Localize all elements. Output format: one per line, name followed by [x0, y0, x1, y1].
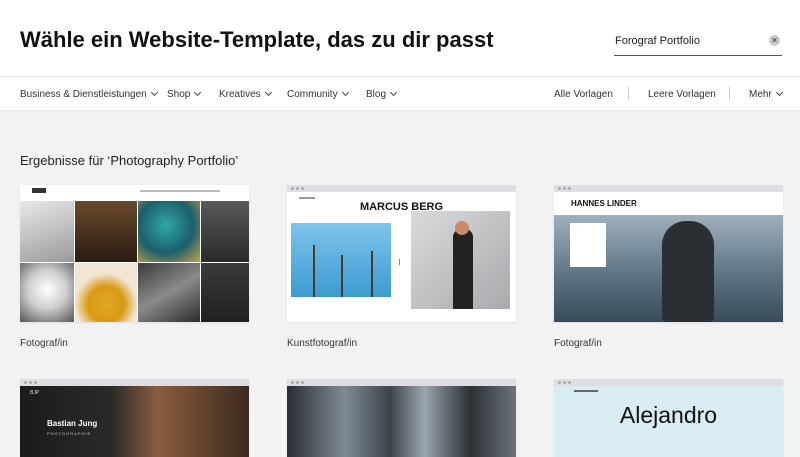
- preview-menu: [140, 190, 220, 192]
- preview-photo: [20, 263, 74, 322]
- results-heading: Ergebnisse für ‘Photography Portfolio’: [20, 153, 239, 168]
- browser-chrome: [287, 379, 516, 386]
- template-thumbnail[interactable]: Alejandro: [554, 379, 783, 457]
- template-thumbnail[interactable]: HANNES LINDER: [554, 185, 783, 322]
- close-icon[interactable]: ✕: [769, 35, 780, 46]
- preview-subtitle: PHOTOGRAPHIE: [47, 431, 92, 436]
- preview-logo: [32, 188, 46, 193]
- preview-photo: [20, 201, 74, 262]
- nav-divider: [729, 87, 730, 100]
- nav-business[interactable]: Business & Dienstleistungen: [20, 88, 158, 100]
- nav-kreatives[interactable]: Kreatives: [219, 88, 272, 100]
- preview-photo: BJP Bastian Jung PHOTOGRAPHIE: [20, 386, 249, 457]
- nav-leere-vorlagen[interactable]: Leere Vorlagen: [648, 89, 716, 100]
- nav-mehr-label: Mehr: [749, 89, 772, 100]
- preview-photo: [75, 201, 137, 262]
- template-thumbnail[interactable]: [287, 379, 516, 457]
- page-title: Wähle ein Website-Template, das zu dir p…: [20, 27, 494, 52]
- preview-title: HANNES LINDER: [571, 199, 637, 208]
- search-input[interactable]: [614, 30, 764, 52]
- nav-divider: [628, 87, 629, 100]
- nav-business-label: Business & Dienstleistungen: [20, 89, 147, 100]
- preview-background: Alejandro: [554, 386, 783, 457]
- chevron-down-icon: [194, 88, 202, 97]
- chevron-down-icon: [389, 88, 398, 97]
- nav-blog[interactable]: Blog: [366, 88, 398, 100]
- nav-shop[interactable]: Shop: [167, 88, 202, 100]
- template-thumbnail[interactable]: [20, 185, 249, 322]
- chevron-down-icon: [150, 88, 158, 97]
- preview-photo: [201, 263, 249, 322]
- preview-photo: [138, 263, 200, 322]
- browser-chrome: [20, 379, 249, 386]
- preview-photo: [291, 223, 391, 297]
- preview-menu: [299, 197, 315, 199]
- template-label[interactable]: Fotograf/in: [20, 338, 68, 349]
- template-label[interactable]: Fotograf/in: [554, 338, 602, 349]
- template-thumbnail[interactable]: BJP Bastian Jung PHOTOGRAPHIE: [20, 379, 249, 457]
- browser-chrome: [554, 185, 783, 192]
- template-thumbnail[interactable]: MARCUS BERG: [287, 185, 516, 322]
- nav-kreatives-label: Kreatives: [219, 89, 261, 100]
- nav-shop-label: Shop: [167, 89, 191, 100]
- category-nav: Business & Dienstleistungen Shop Kreativ…: [0, 77, 800, 111]
- preview-header: HANNES LINDER: [554, 192, 783, 215]
- nav-blog-label: Blog: [366, 89, 387, 100]
- nav-alle-vorlagen[interactable]: Alle Vorlagen: [554, 89, 613, 100]
- search-box[interactable]: ✕: [614, 30, 782, 56]
- preview-photo: [411, 211, 510, 309]
- preview-divider: [399, 259, 400, 265]
- nav-community[interactable]: Community: [287, 88, 349, 100]
- preview-topbar: [20, 185, 249, 201]
- preview-photo: [201, 201, 249, 262]
- preview-title: Bastian Jung: [47, 419, 98, 428]
- preview-photo: [75, 263, 137, 322]
- nav-community-label: Community: [287, 89, 338, 100]
- chevron-down-icon: [775, 88, 783, 97]
- browser-chrome: [554, 379, 783, 386]
- header: Wähle ein Website-Template, das zu dir p…: [0, 0, 800, 77]
- preview-photo: [287, 386, 516, 457]
- chevron-down-icon: [264, 88, 272, 97]
- template-label[interactable]: Kunstfotograf/in: [287, 338, 357, 349]
- preview-photo: [554, 215, 783, 322]
- preview-title: Alejandro: [619, 402, 718, 428]
- preview-photo: [138, 201, 200, 262]
- nav-mehr[interactable]: Mehr: [749, 88, 783, 100]
- browser-chrome: [287, 185, 516, 192]
- chevron-down-icon: [341, 88, 349, 97]
